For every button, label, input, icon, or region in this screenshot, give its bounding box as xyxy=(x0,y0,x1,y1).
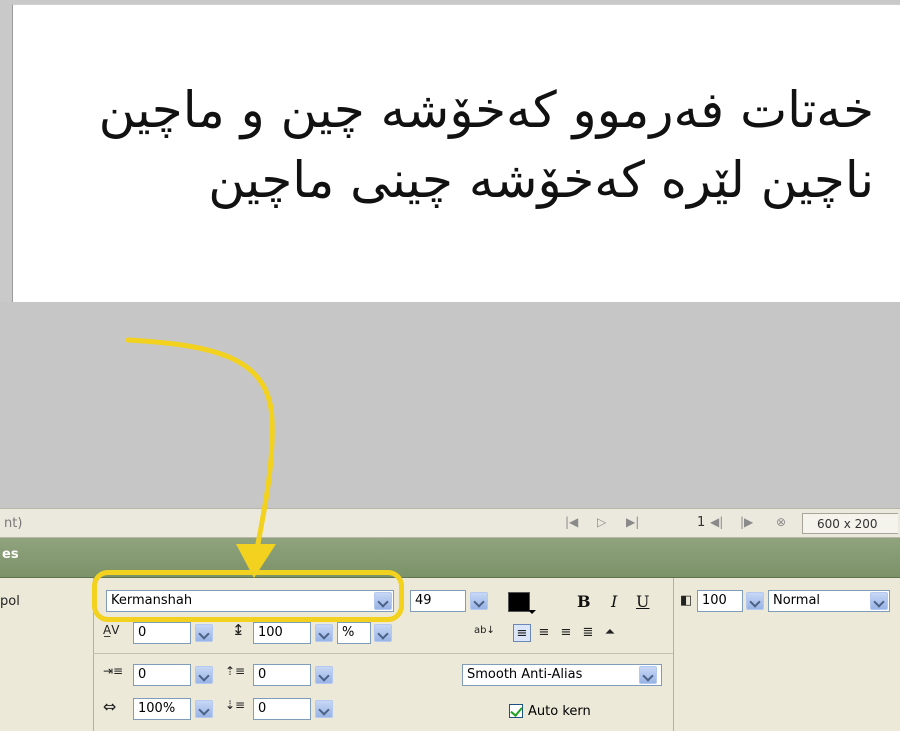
document-status-text: nt) xyxy=(4,516,23,531)
horizontal-scale-dropdown-icon[interactable] xyxy=(195,700,213,718)
auto-kern-label[interactable]: Auto kern xyxy=(528,704,591,719)
canvas-size-display[interactable]: 600 x 200 xyxy=(802,513,898,534)
align-justify-icon[interactable]: ≣ xyxy=(579,624,597,642)
font-family-dropdown-icon[interactable] xyxy=(374,592,392,610)
auto-kern-checkbox[interactable] xyxy=(509,704,523,718)
font-size-dropdown-icon[interactable] xyxy=(470,592,488,610)
kerning-icon: A̲V xyxy=(103,623,120,637)
space-after-icon: ⇣≡ xyxy=(225,698,246,712)
anti-alias-select[interactable]: Smooth Anti-Alias xyxy=(462,664,662,686)
properties-title: es xyxy=(2,547,19,562)
canvas-text-line-1[interactable]: خەتات فەرموو کەخۆشە چین و ماچین xyxy=(99,85,874,135)
last-frame-icon[interactable]: ▶| xyxy=(626,515,639,529)
anti-alias-dropdown-icon[interactable] xyxy=(639,666,657,684)
blend-mode-dropdown-icon[interactable] xyxy=(870,592,888,610)
status-bar: nt) |◀ ▷ ▶| 1 ◀| |▶ ⊗ 600 x 200 xyxy=(0,508,900,538)
kerning-dropdown-icon[interactable] xyxy=(195,624,213,642)
leading-icon: ↨ xyxy=(232,621,245,639)
leading-dropdown-icon[interactable] xyxy=(315,624,333,642)
previous-frame-icon[interactable]: ◀| xyxy=(710,515,723,529)
pasteboard xyxy=(0,302,900,508)
opacity-icon: ◧ xyxy=(680,593,693,608)
space-before-dropdown-icon[interactable] xyxy=(315,666,333,684)
horizontal-scale-icon: ⇔ xyxy=(103,697,117,716)
panel-divider xyxy=(93,578,94,731)
space-after-field[interactable]: 0 xyxy=(253,698,311,720)
font-family-field[interactable]: Kermanshah xyxy=(106,590,394,612)
align-stretch-icon[interactable]: ⏶ xyxy=(601,624,619,642)
frame-number: 1 xyxy=(697,515,706,530)
indent-icon: ⇥≡ xyxy=(103,664,124,678)
properties-panel: pol Kermanshah 49 B I U ◧ 100 Normal A̲V… xyxy=(0,578,900,731)
text-direction-icon[interactable]: ab↓ xyxy=(474,626,495,636)
kerning-field[interactable]: 0 xyxy=(133,622,191,644)
indent-dropdown-icon[interactable] xyxy=(195,666,213,684)
panel-divider-2 xyxy=(673,578,674,731)
leading-unit-field[interactable]: % xyxy=(337,622,371,644)
space-before-icon: ⇡≡ xyxy=(225,664,246,678)
underline-button[interactable]: U xyxy=(636,592,649,611)
font-size-field[interactable]: 49 xyxy=(410,590,466,612)
row-divider xyxy=(93,653,673,654)
space-after-dropdown-icon[interactable] xyxy=(315,700,333,718)
indent-field[interactable]: 0 xyxy=(133,664,191,686)
leading-field[interactable]: 100 xyxy=(253,622,311,644)
align-left-icon[interactable]: ≡ xyxy=(513,624,531,642)
play-icon[interactable]: ▷ xyxy=(597,515,606,529)
stop-icon[interactable]: ⊗ xyxy=(776,515,786,529)
color-picker-arrow-icon[interactable] xyxy=(528,610,536,614)
canvas-text-line-2[interactable]: ناچین لێرە کەخۆشە چینی ماچین xyxy=(208,155,874,205)
opacity-dropdown-icon[interactable] xyxy=(746,592,764,610)
horizontal-scale-field[interactable]: 100% xyxy=(133,698,191,720)
text-color-swatch[interactable] xyxy=(508,592,530,612)
space-before-field[interactable]: 0 xyxy=(253,664,311,686)
properties-panel-header[interactable]: es xyxy=(0,538,900,578)
document-canvas[interactable]: خەتات فەرموو کەخۆشە چین و ماچین ناچین لێ… xyxy=(12,4,900,302)
align-right-icon[interactable]: ≡ xyxy=(557,624,575,642)
leading-unit-dropdown-icon[interactable] xyxy=(374,624,392,642)
opacity-field[interactable]: 100 xyxy=(697,590,743,612)
italic-button[interactable]: I xyxy=(611,592,617,611)
tool-name-label: pol xyxy=(0,594,20,609)
align-center-icon[interactable]: ≡ xyxy=(535,624,553,642)
first-frame-icon[interactable]: |◀ xyxy=(565,515,578,529)
next-frame-icon[interactable]: |▶ xyxy=(740,515,753,529)
bold-button[interactable]: B xyxy=(577,592,591,611)
